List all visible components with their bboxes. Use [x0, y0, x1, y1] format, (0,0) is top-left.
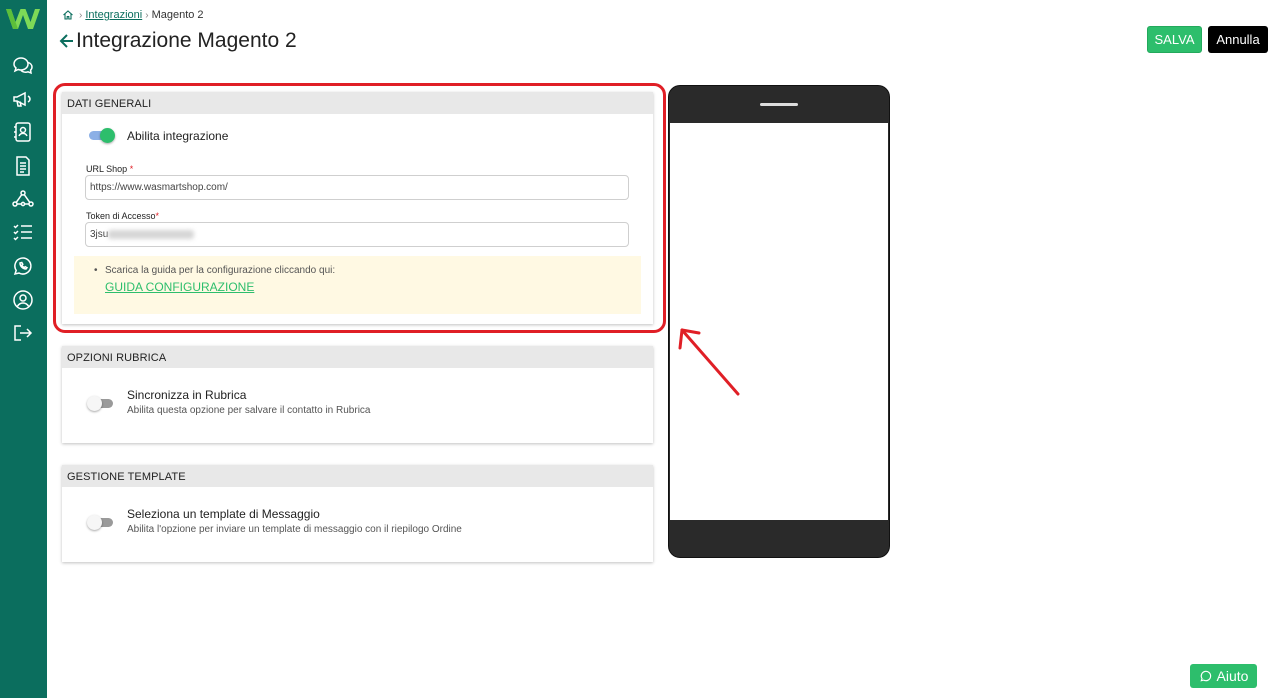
phone-speaker — [760, 103, 798, 106]
whatsapp-icon — [1199, 670, 1211, 682]
help-label: Aiuto — [1216, 668, 1249, 684]
card-gestione-template: GESTIONE TEMPLATE Seleziona un template … — [62, 465, 653, 562]
breadcrumb-separator: › — [145, 9, 149, 21]
breadcrumb: › Integrazioni › Magento 2 — [62, 9, 204, 21]
card-header: OPZIONI RUBRICA — [62, 346, 653, 368]
toggle-description: Abilita l'opzione per inviare un templat… — [127, 524, 462, 535]
breadcrumb-current: Magento 2 — [151, 9, 204, 21]
app-logo[interactable] — [4, 5, 42, 33]
checklist-icon[interactable] — [11, 220, 35, 244]
back-arrow-icon[interactable] — [59, 31, 75, 51]
cancel-button[interactable]: Annulla — [1208, 26, 1268, 53]
contacts-icon[interactable] — [11, 120, 35, 144]
whatsapp-icon[interactable] — [11, 254, 35, 278]
card-header: GESTIONE TEMPLATE — [62, 465, 653, 487]
card-opzioni-rubrica: OPZIONI RUBRICA Sincronizza in Rubrica A… — [62, 346, 653, 443]
breadcrumb-separator: › — [79, 9, 83, 21]
breadcrumb-link-integrazioni[interactable]: Integrazioni — [85, 9, 142, 21]
document-icon[interactable] — [11, 154, 35, 178]
toggle-label: Seleziona un template di Messaggio — [127, 507, 320, 521]
page-title: Integrazione Magento 2 — [76, 29, 297, 52]
megaphone-icon[interactable] — [11, 87, 35, 111]
select-template-toggle[interactable] — [87, 515, 115, 530]
red-highlight-box — [53, 83, 666, 333]
flow-icon[interactable] — [11, 187, 35, 211]
red-arrow-annotation — [678, 328, 740, 396]
home-icon[interactable] — [62, 9, 74, 21]
toggle-description: Abilita questa opzione per salvare il co… — [127, 405, 371, 416]
sidebar — [0, 0, 47, 698]
toggle-label: Sincronizza in Rubrica — [127, 388, 247, 402]
save-button[interactable]: SALVA — [1147, 26, 1202, 53]
help-button[interactable]: Aiuto — [1190, 664, 1257, 688]
user-circle-icon[interactable] — [11, 288, 35, 312]
sync-rubrica-toggle[interactable] — [87, 396, 115, 411]
chat-icon[interactable] — [11, 53, 35, 77]
logout-icon[interactable] — [11, 321, 35, 345]
